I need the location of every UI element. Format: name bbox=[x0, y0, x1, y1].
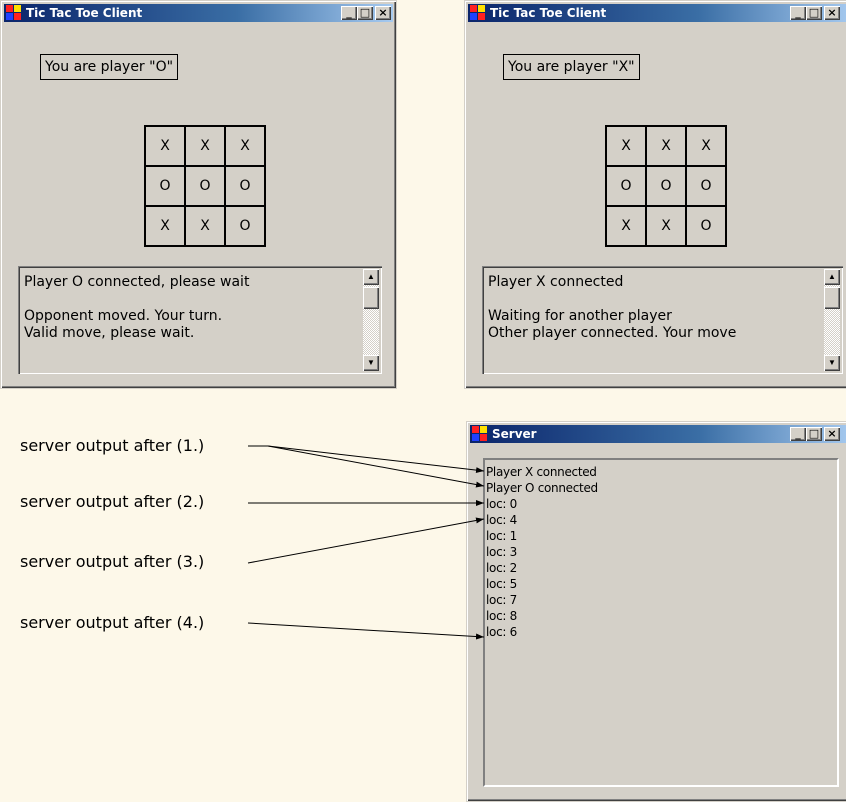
annotation-arrows bbox=[247, 445, 485, 640]
annotation-arrow bbox=[267, 445, 485, 474]
annotation-arrow bbox=[267, 445, 485, 488]
annotation-arrow bbox=[247, 622, 485, 640]
annotation-arrow bbox=[247, 517, 485, 564]
